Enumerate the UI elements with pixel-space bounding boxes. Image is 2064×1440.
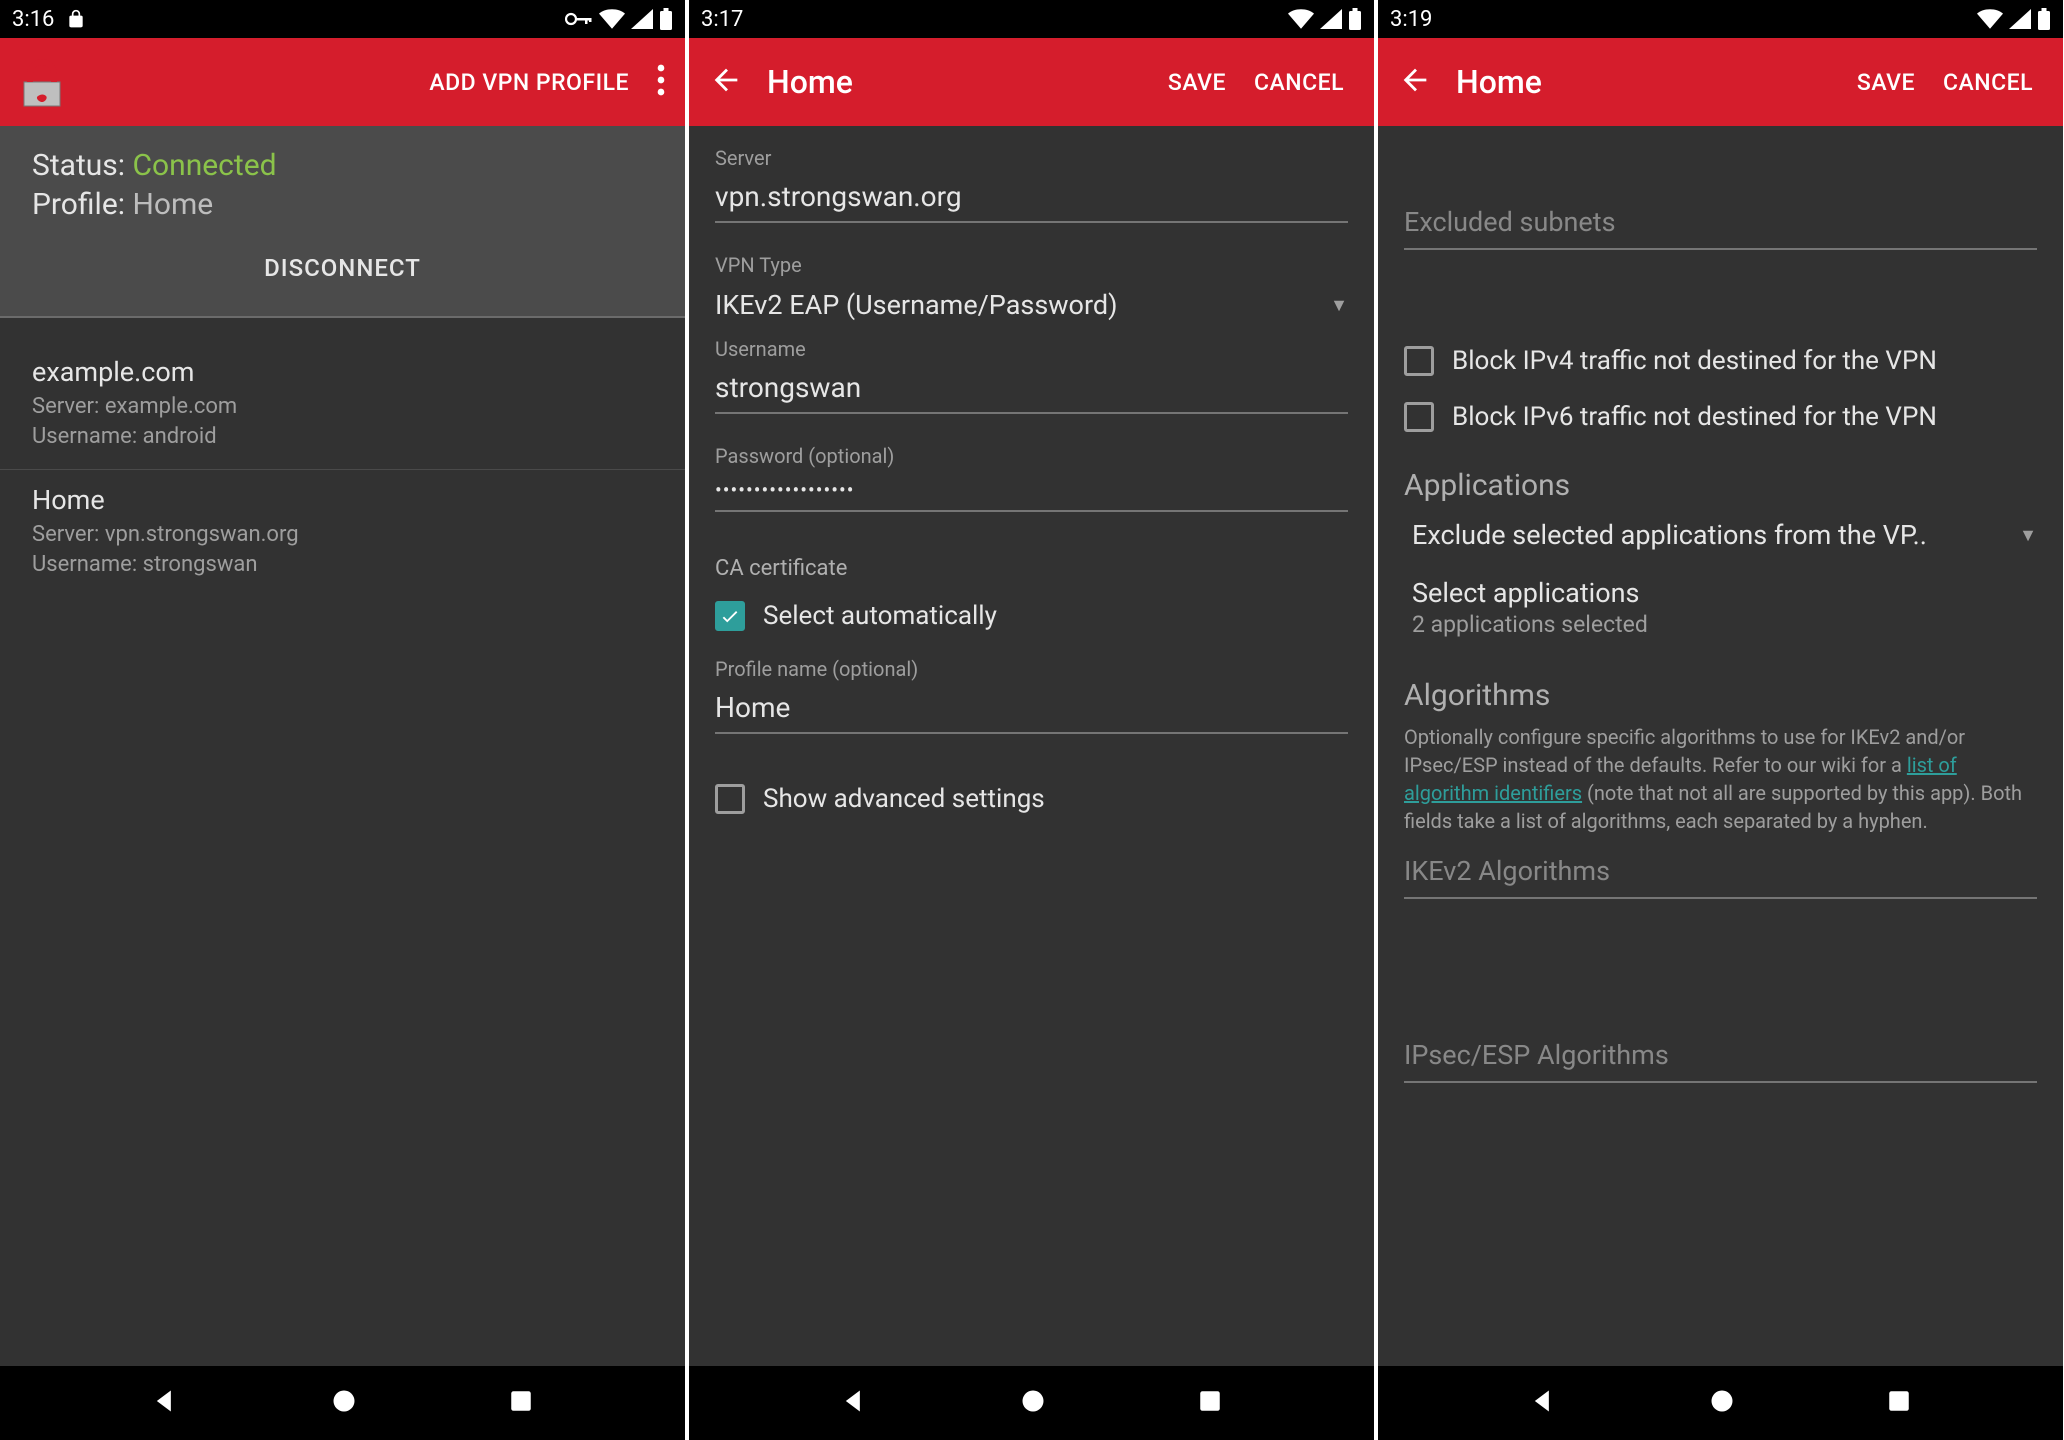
checkbox-unchecked-icon [715, 784, 745, 814]
page-title: Home [1456, 63, 1542, 101]
nav-bar [0, 1366, 685, 1440]
wifi-icon [1288, 9, 1314, 29]
back-button[interactable] [705, 59, 747, 105]
nav-home-button[interactable] [1708, 1387, 1736, 1419]
nav-bar [689, 1366, 1374, 1440]
block-ipv6-checkbox-row[interactable]: Block IPv6 traffic not destined for the … [1404, 396, 2037, 438]
excluded-subnets-input[interactable]: Excluded subnets [1404, 206, 2037, 250]
app-bar: Home SAVE CANCEL [1378, 38, 2063, 126]
battery-icon [2037, 8, 2051, 30]
status-bar: 3:17 [689, 0, 1374, 38]
overflow-menu-button[interactable] [643, 58, 669, 106]
profile-name-label: Profile name (optional) [715, 657, 1348, 681]
wifi-icon [599, 9, 625, 29]
disconnect-button[interactable]: DISCONNECT [32, 224, 653, 312]
password-label: Password (optional) [715, 444, 1348, 468]
battery-icon [659, 8, 673, 30]
profile-form: Server vpn.strongswan.org VPN Type IKEv2… [689, 126, 1374, 1366]
status-bar: 3:16 [0, 0, 685, 38]
signal-icon [631, 9, 653, 29]
show-advanced-checkbox-row[interactable]: Show advanced settings [715, 778, 1348, 820]
app-bar: ADD VPN PROFILE [0, 38, 685, 126]
nav-bar [1378, 1366, 2063, 1440]
chevron-down-icon: ▼ [1330, 295, 1348, 316]
save-button[interactable]: SAVE [1154, 69, 1240, 96]
battery-icon [1348, 8, 1362, 30]
profile-name: example.com [32, 356, 653, 388]
nav-back-button[interactable] [840, 1387, 868, 1419]
ca-cert-label: CA certificate [715, 556, 1348, 581]
username-label: Username [715, 337, 1348, 361]
vpn-type-dropdown[interactable]: IKEv2 EAP (Username/Password) ▼ [715, 283, 1348, 327]
nav-back-button[interactable] [1529, 1387, 1557, 1419]
clock: 3:19 [1390, 7, 1432, 32]
checkbox-checked-icon [715, 601, 745, 631]
profile-list: example.com Server: example.com Username… [0, 318, 685, 598]
chevron-down-icon: ▼ [2019, 525, 2037, 546]
username-input[interactable]: strongswan [715, 367, 1348, 414]
nav-home-button[interactable] [330, 1387, 358, 1419]
vpn-key-icon [565, 11, 593, 27]
profile-name: Home [32, 484, 653, 516]
server-label: Server [715, 146, 1348, 170]
page-title: Home [767, 63, 853, 101]
profile-name-input[interactable]: Home [715, 687, 1348, 734]
add-vpn-profile-button[interactable]: ADD VPN PROFILE [415, 69, 643, 96]
advanced-form: Excluded subnets Block IPv4 traffic not … [1378, 126, 2063, 1366]
ca-auto-checkbox-row[interactable]: Select automatically [715, 595, 1348, 637]
status-label: Status: [32, 148, 125, 183]
signal-icon [2009, 9, 2031, 29]
applications-section-title: Applications [1404, 468, 2037, 503]
checkbox-unchecked-icon [1404, 346, 1434, 376]
ikev2-algorithms-input[interactable]: IKEv2 Algorithms [1404, 855, 2037, 899]
screen-main: 3:16 ADD VPN PROFILE [0, 0, 685, 1440]
clock: 3:17 [701, 7, 743, 32]
profile-item[interactable]: example.com Server: example.com Username… [0, 342, 685, 470]
profile-item[interactable]: Home Server: vpn.strongswan.org Username… [0, 470, 685, 597]
connection-status-panel: Status: Connected Profile: Home DISCONNE… [0, 126, 685, 318]
select-applications-button[interactable]: Select applications 2 applications selec… [1404, 571, 2037, 658]
vpn-type-label: VPN Type [715, 253, 1348, 277]
nav-recent-button[interactable] [508, 1388, 534, 1418]
application-mode-dropdown[interactable]: Exclude selected applications from the V… [1404, 513, 2037, 557]
cancel-button[interactable]: CANCEL [1240, 69, 1358, 96]
app-logo-icon [16, 56, 68, 108]
block-ipv4-checkbox-row[interactable]: Block IPv4 traffic not destined for the … [1404, 340, 2037, 382]
app-bar: Home SAVE CANCEL [689, 38, 1374, 126]
nav-recent-button[interactable] [1197, 1388, 1223, 1418]
nav-back-button[interactable] [151, 1387, 179, 1419]
screen-edit-profile: 3:17 Home SAVE CANCEL Server vpn.strongs… [689, 0, 1374, 1440]
nav-home-button[interactable] [1019, 1387, 1047, 1419]
cancel-button[interactable]: CANCEL [1929, 69, 2047, 96]
lock-icon [66, 8, 86, 30]
nav-recent-button[interactable] [1886, 1388, 1912, 1418]
server-input[interactable]: vpn.strongswan.org [715, 176, 1348, 223]
profile-label: Profile: [32, 187, 125, 222]
profile-value: Home [132, 187, 213, 222]
ipsec-algorithms-input[interactable]: IPsec/ESP Algorithms [1404, 1039, 2037, 1083]
clock: 3:16 [12, 7, 54, 32]
wifi-icon [1977, 9, 2003, 29]
password-input[interactable]: •••••••••••••••••• [715, 474, 1348, 512]
back-button[interactable] [1394, 59, 1436, 105]
checkbox-unchecked-icon [1404, 402, 1434, 432]
status-value: Connected [133, 148, 277, 183]
algorithms-section-title: Algorithms [1404, 678, 2037, 713]
status-bar: 3:19 [1378, 0, 2063, 38]
save-button[interactable]: SAVE [1843, 69, 1929, 96]
algorithms-help-text: Optionally configure specific algorithms… [1404, 723, 2037, 835]
screen-advanced-settings: 3:19 Home SAVE CANCEL Excluded subnets B… [1378, 0, 2063, 1440]
signal-icon [1320, 9, 1342, 29]
